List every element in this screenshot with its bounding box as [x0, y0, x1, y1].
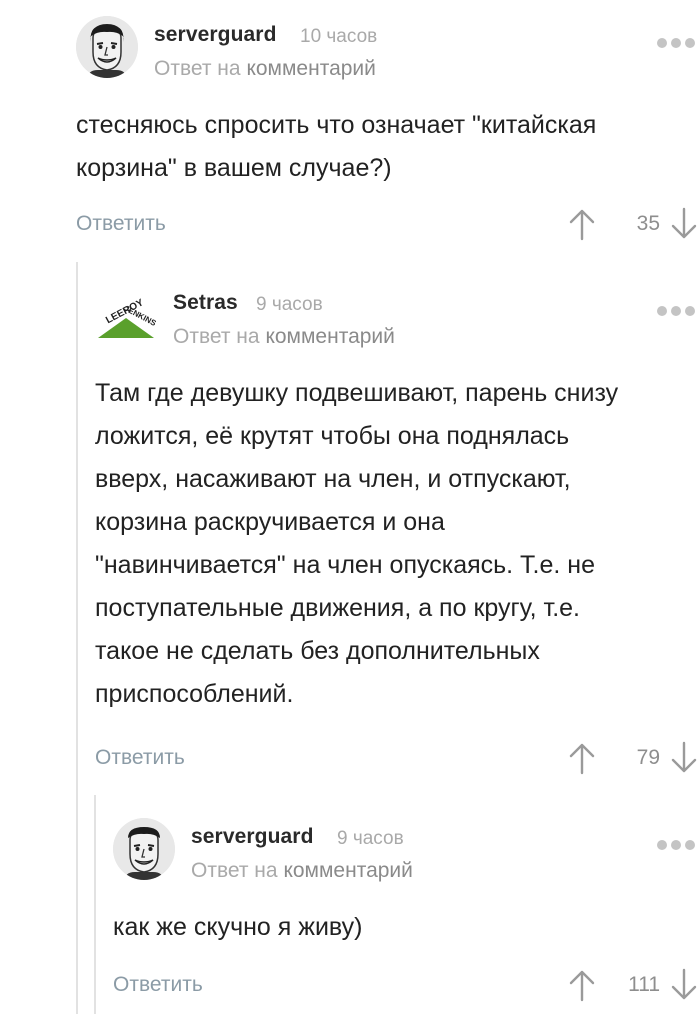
- comment: serverguard 9 часов Ответ на комментарий…: [113, 818, 700, 1015]
- comment-header: serverguard 10 часов Ответ на комментари…: [76, 16, 700, 96]
- downvote-arrow-icon[interactable]: [670, 968, 698, 1002]
- reply-button[interactable]: Ответить: [95, 746, 185, 770]
- comment-time: 9 часов: [256, 294, 323, 315]
- comment-text-line: поступательные движения, а по кругу, т.е…: [95, 594, 580, 622]
- comment-text-line: как же скучно я живу): [113, 913, 363, 941]
- author-name[interactable]: serverguard: [154, 23, 277, 47]
- comment-text-line: корзина раскручивается и она: [95, 508, 445, 536]
- comment-text-line: Там где девушку подвешивают, парень сниз…: [95, 379, 619, 407]
- reply-to-link[interactable]: комментарий: [246, 57, 375, 80]
- comment-time: 9 часов: [337, 828, 404, 849]
- reply-to-prefix: Ответ на: [191, 859, 278, 882]
- comment-footer: Ответить 111: [113, 965, 700, 1015]
- man-face-icon: [76, 16, 138, 78]
- avatar[interactable]: LEEROY JENKINS: [95, 292, 157, 342]
- more-options-icon[interactable]: [657, 306, 695, 316]
- reply-to-prefix: Ответ на: [154, 57, 241, 80]
- reply-to-link[interactable]: комментарий: [283, 859, 412, 882]
- man-face-icon: [113, 818, 175, 880]
- avatar[interactable]: [113, 818, 175, 880]
- thread-line-level-2: [94, 795, 96, 1014]
- author-name[interactable]: Setras: [173, 291, 238, 315]
- comment-text-line: корзина" в вашем случае?): [76, 154, 392, 182]
- comment-body: стесняюсь спросить что означает "китайск…: [76, 96, 700, 190]
- comment: serverguard 10 часов Ответ на комментари…: [76, 16, 700, 254]
- reply-to-line: Ответ на комментарий: [154, 57, 376, 81]
- more-options-icon[interactable]: [657, 840, 695, 850]
- comment-footer: Ответить 35: [76, 204, 700, 254]
- avatar[interactable]: [76, 16, 138, 78]
- comment-text-line: стесняюсь спросить что означает "китайск…: [76, 111, 597, 139]
- reply-to-link[interactable]: комментарий: [265, 325, 394, 348]
- comment-text-line: приспособлений.: [95, 680, 294, 708]
- upvote-arrow-icon[interactable]: [568, 968, 596, 1002]
- reply-button[interactable]: Ответить: [76, 212, 166, 236]
- vote-score: 35: [636, 212, 660, 235]
- comment-header: serverguard 9 часов Ответ на комментарий: [113, 818, 700, 898]
- reply-to-line: Ответ на комментарий: [173, 325, 395, 349]
- leeroy-jenkins-logo-icon: LEEROY JENKINS: [98, 297, 157, 338]
- upvote-arrow-icon[interactable]: [568, 207, 596, 241]
- comment-text-line: "навинчивается" на член опускаясь. Т.е. …: [95, 551, 596, 579]
- upvote-arrow-icon[interactable]: [568, 741, 596, 775]
- thread-line-level-1: [76, 262, 78, 1014]
- vote-score: 79: [636, 746, 660, 769]
- comment-text-line: ложится, её крутят чтобы она поднялась: [95, 422, 570, 450]
- comment-text-line: вверх, насаживают на член, и отпускают,: [95, 465, 571, 493]
- comment: LEEROY JENKINS Setras 9 часов Ответ на к…: [95, 284, 700, 788]
- comment-text-line: такое не сделать без дополнительных: [95, 637, 540, 665]
- reply-to-prefix: Ответ на: [173, 325, 260, 348]
- comment-footer: Ответить 79: [95, 738, 700, 788]
- comment-time: 10 часов: [300, 26, 378, 47]
- vote-score: 111: [628, 973, 660, 996]
- author-name[interactable]: serverguard: [191, 825, 314, 849]
- reply-button[interactable]: Ответить: [113, 973, 203, 997]
- comment-body: Там где девушку подвешивают, парень сниз…: [95, 364, 700, 716]
- comment-header: LEEROY JENKINS Setras 9 часов Ответ на к…: [95, 284, 700, 364]
- downvote-arrow-icon[interactable]: [670, 207, 698, 241]
- downvote-arrow-icon[interactable]: [670, 741, 698, 775]
- comment-body: как же скучно я живу): [113, 898, 700, 949]
- reply-to-line: Ответ на комментарий: [191, 859, 413, 883]
- more-options-icon[interactable]: [657, 38, 695, 48]
